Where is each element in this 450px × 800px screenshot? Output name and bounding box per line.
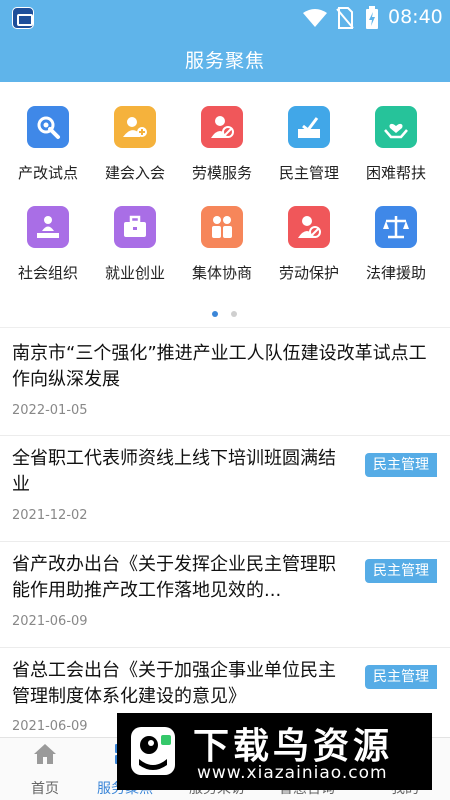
service-item-jiuYe[interactable]: 就业创业 [87, 200, 177, 290]
service-label: 困难帮扶 [365, 164, 426, 182]
page-dot-active[interactable] [212, 311, 218, 317]
nav-label: 首页 [31, 781, 59, 797]
news-item[interactable]: 省产改办出台《关于发挥企业民主管理职能作用助推产改工作落地见效的... 2021… [0, 552, 450, 647]
helping-hands-icon [375, 106, 417, 148]
news-date: 2021-12-02 [12, 508, 88, 523]
news-date: 2021-06-09 [12, 614, 88, 629]
news-date: 2021-06-09 [12, 719, 88, 734]
watermark-name: 下载鸟资源 [193, 726, 394, 767]
news-title: 全省职工代表师资线上线下培训班圆满结业 [12, 448, 336, 495]
service-label: 就业创业 [104, 264, 165, 282]
scales-icon [375, 206, 417, 248]
service-label: 民主管理 [278, 164, 339, 182]
category-badge: 民主管理 [365, 453, 437, 477]
service-label: 劳模服务 [191, 164, 252, 182]
bird-logo-icon [131, 727, 175, 775]
category-badge: 民主管理 [365, 665, 437, 689]
divider [0, 541, 450, 542]
watermark-url: www.xiazainiao.com [197, 763, 388, 783]
add-member-icon [114, 106, 156, 148]
app-icon [12, 7, 34, 29]
service-item-sheHui[interactable]: 社会组织 [0, 200, 90, 290]
service-item-laoMo[interactable]: 劳模服务 [174, 100, 264, 190]
service-label: 集体协商 [191, 264, 252, 282]
service-label: 劳动保护 [278, 264, 339, 282]
news-date: 2022-01-05 [12, 403, 88, 418]
model-worker-icon [201, 106, 243, 148]
battery-charging-icon [366, 6, 378, 29]
title-bar: 服务聚焦 [0, 36, 450, 82]
service-item-faLv[interactable]: 法律援助 [348, 200, 438, 290]
home-icon [34, 744, 56, 764]
news-title: 南京市“三个强化”推进产业工人队伍建设改革试点工作向纵深发展 [12, 343, 427, 390]
service-item-jianHui[interactable]: 建会入会 [87, 100, 177, 190]
service-item-chanGai[interactable]: 产改试点 [0, 100, 90, 190]
organization-icon [27, 206, 69, 248]
nav-home[interactable]: 首页 [0, 738, 90, 800]
group-discussion-icon [201, 206, 243, 248]
status-bar: 08:40 [0, 0, 450, 36]
divider [0, 327, 450, 328]
service-item-jiTi[interactable]: 集体协商 [174, 200, 264, 290]
briefcase-icon [114, 206, 156, 248]
wifi-icon [303, 9, 327, 27]
news-title: 省总工会出台《关于加强企事业单位民主管理制度体系化建设的意见》 [12, 660, 336, 707]
service-item-kunNan[interactable]: 困难帮扶 [348, 100, 438, 190]
service-label: 社会组织 [17, 264, 78, 282]
watermark: 下载鸟资源 www.xiazainiao.com [117, 713, 432, 790]
page-title: 服务聚焦 [184, 50, 265, 72]
page-dot[interactable] [231, 311, 237, 317]
service-item-laoDong[interactable]: 劳动保护 [261, 200, 351, 290]
service-label: 建会入会 [104, 164, 165, 182]
news-item[interactable]: 全省职工代表师资线上线下培训班圆满结业 2021-12-02 民主管理 [0, 446, 450, 541]
protected-worker-icon [288, 206, 330, 248]
news-title: 省产改办出台《关于发挥企业民主管理职能作用助推产改工作落地见效的... [12, 554, 336, 601]
divider [0, 647, 450, 648]
ballot-icon [288, 106, 330, 148]
news-item[interactable]: 南京市“三个强化”推进产业工人队伍建设改革试点工作向纵深发展 2022-01-0… [0, 341, 450, 435]
service-item-minZhu[interactable]: 民主管理 [261, 100, 351, 190]
category-badge: 民主管理 [365, 559, 437, 583]
clock: 08:40 [388, 6, 443, 28]
gear-wrench-icon [27, 106, 69, 148]
divider [0, 435, 450, 436]
page-indicator [0, 311, 450, 319]
service-label: 产改试点 [17, 164, 78, 182]
no-sim-icon [336, 7, 354, 29]
service-label: 法律援助 [365, 264, 426, 282]
